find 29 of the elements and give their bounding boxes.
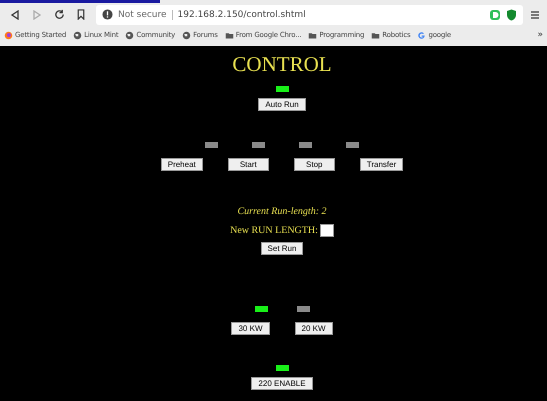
run-length-text: Current Run-length: 2 [237, 206, 327, 217]
stage-button[interactable]: Transfer [360, 158, 404, 171]
run-length-label: New RUN LENGTH: [230, 225, 318, 236]
power-button[interactable]: 20 KW [294, 322, 333, 335]
overflow-button[interactable]: » [537, 30, 543, 40]
folder-icon [308, 30, 318, 40]
folder-icon [371, 30, 380, 40]
globe-icon [125, 30, 134, 40]
shield-icon[interactable] [506, 8, 517, 20]
globe-icon [73, 30, 82, 40]
run-length-input[interactable] [320, 224, 334, 237]
stage-button[interactable]: Start [228, 158, 269, 171]
menu-icon[interactable] [531, 10, 539, 20]
power-button[interactable]: 30 KW [231, 322, 270, 335]
google-icon [417, 30, 426, 40]
url-text: 192.168.2.150/control.shtml [172, 10, 484, 20]
security-label: Not secure [118, 10, 167, 20]
fox-icon [4, 30, 13, 40]
address-bar[interactable]: Not secure 192.168.2.150/control.shtml [96, 4, 523, 24]
stage-button[interactable]: Stop [294, 158, 335, 171]
reload-button[interactable] [52, 8, 66, 22]
globe-icon [182, 30, 192, 40]
stage-button[interactable]: Preheat [160, 158, 203, 171]
info-icon [102, 9, 113, 20]
set-run-button[interactable]: Set Run [260, 242, 304, 255]
page-title: CONTROL [232, 52, 332, 76]
auto-run-button[interactable]: Auto Run [258, 98, 306, 111]
folder-icon [224, 30, 234, 40]
enable-button[interactable]: 220 ENABLE [251, 377, 313, 390]
